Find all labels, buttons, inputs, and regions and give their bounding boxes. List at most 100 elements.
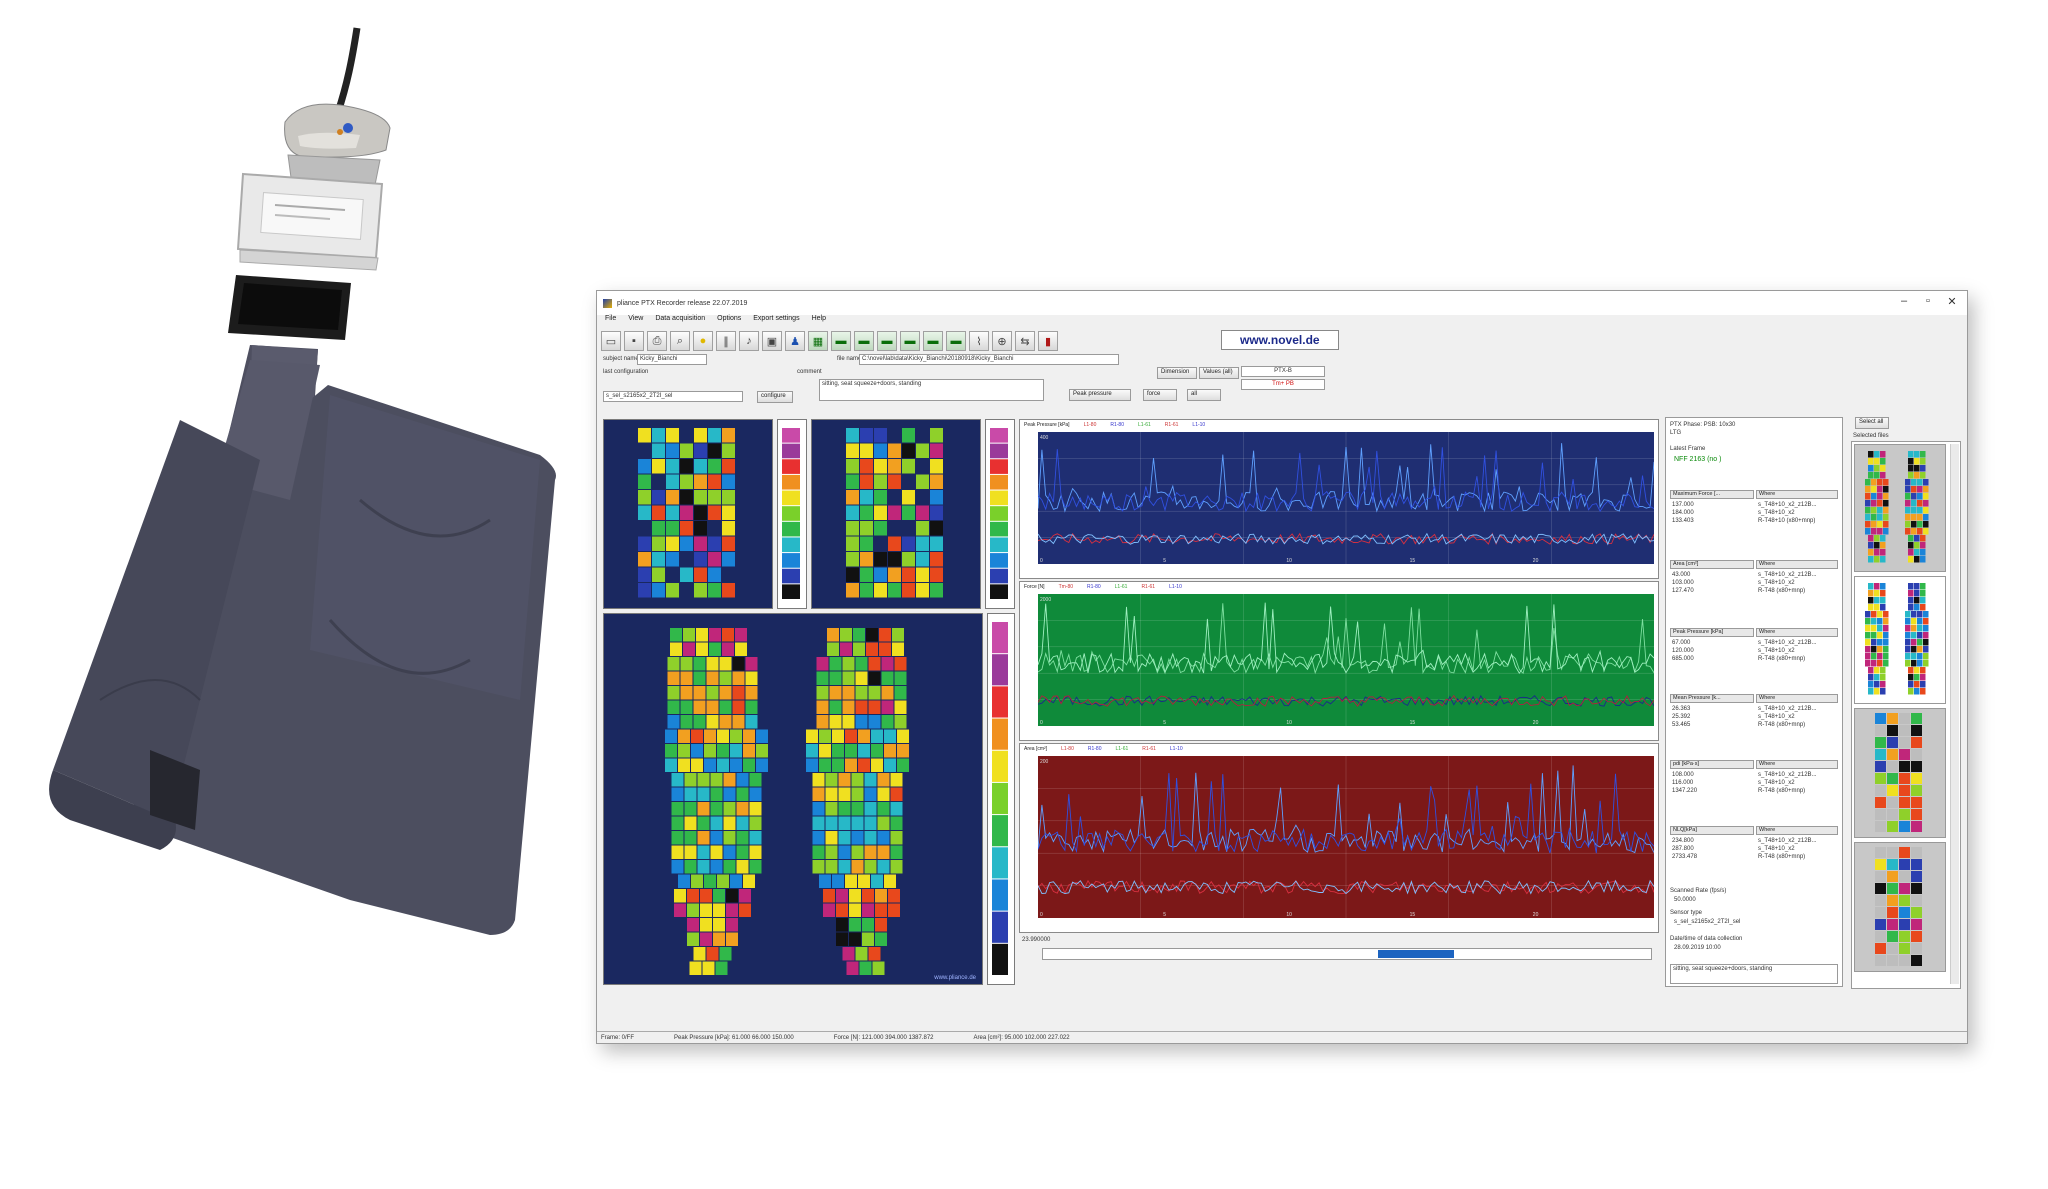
sensor-cell	[1874, 667, 1880, 674]
sensor-cell	[706, 715, 719, 729]
sensor-cell	[1868, 583, 1874, 590]
thumb-scrollbar[interactable]	[1950, 444, 1959, 984]
thumbnail-2[interactable]	[1854, 576, 1946, 704]
peak-pressure-toggle[interactable]: Peak pressure	[1069, 389, 1131, 401]
sensor-cell	[667, 700, 680, 714]
sensor-cell	[1917, 486, 1923, 493]
table1-col1[interactable]: Maximum Force [...	[1670, 490, 1754, 499]
sensor-cell	[881, 671, 894, 685]
sensor-cell	[708, 459, 721, 474]
arrows-icon[interactable]: ⇆	[1015, 331, 1035, 351]
table1-cell: s_T48+10_x2	[1758, 510, 1795, 516]
sensor-3-icon[interactable]: ▬	[877, 331, 897, 351]
close-button[interactable]: ✕	[1937, 295, 1967, 308]
sensor-cell	[1868, 604, 1874, 611]
thumbnail-4[interactable]	[1854, 842, 1946, 972]
menu-help[interactable]: Help	[812, 315, 826, 328]
sensor-cell	[1875, 871, 1886, 882]
sensor-cell	[694, 443, 707, 458]
sensor-cell	[1899, 919, 1910, 930]
sensor-1-icon[interactable]: ▬	[831, 331, 851, 351]
chart-icon[interactable]: ⌇	[969, 331, 989, 351]
table4-col1[interactable]: Mean Pressure [k...	[1670, 694, 1754, 703]
table5-col2[interactable]: Where	[1756, 760, 1838, 769]
open-folder-icon[interactable]: ▭	[601, 331, 621, 351]
sensor-2-icon[interactable]: ▬	[854, 331, 874, 351]
scrollbar-thumb[interactable]	[1378, 950, 1454, 958]
sensor-cell	[687, 903, 699, 917]
sensor-cell	[845, 729, 857, 743]
plot-area[interactable]: 0510152025200	[1037, 756, 1662, 918]
collection-time-label: Date/time of data collection	[1670, 936, 1743, 942]
sensor-cell	[1911, 653, 1917, 660]
record-icon[interactable]: ●	[693, 331, 713, 351]
footer-comment[interactable]: sitting, seat squeeze+doors, standing	[1670, 964, 1838, 984]
table3-col2[interactable]: Where	[1756, 628, 1838, 637]
tick-label: 5	[1163, 912, 1166, 918]
sensor-cell	[1914, 472, 1920, 479]
force-toggle[interactable]: force	[1143, 389, 1177, 401]
sensor-cell	[1868, 549, 1874, 556]
brand-logo[interactable]: www.novel.de	[1221, 330, 1339, 350]
pause-icon[interactable]: ∥	[716, 331, 736, 351]
printer-icon[interactable]: ⎙	[647, 331, 667, 351]
sensor-cell	[722, 583, 735, 598]
table4-col2[interactable]: Where	[1756, 694, 1838, 703]
all-toggle[interactable]: all	[1187, 389, 1221, 401]
devices-icon[interactable]: ▣	[762, 331, 782, 351]
battery-icon[interactable]: ▮	[1038, 331, 1058, 351]
subject-field[interactable]: Kicky_Bianchi	[637, 354, 707, 365]
grid-icon[interactable]: ▦	[808, 331, 828, 351]
menu-view[interactable]: View	[628, 315, 643, 328]
sensor-cell	[671, 860, 684, 874]
sensor-cell	[858, 874, 870, 888]
thumbnail-list[interactable]	[1851, 441, 1961, 989]
sensor-cell	[1880, 535, 1886, 542]
save-icon[interactable]: ▪	[624, 331, 644, 351]
sensor-5-icon[interactable]: ▬	[923, 331, 943, 351]
thumbnail-1[interactable]	[1854, 444, 1946, 572]
plot-area[interactable]: 0510152025400	[1037, 432, 1662, 564]
table6-col2[interactable]: Where	[1756, 826, 1838, 835]
file-field[interactable]: C:\novel\lab\data\Kicky_Bianchi\20180918…	[859, 354, 1119, 365]
thumbnail-3[interactable]	[1854, 708, 1946, 838]
table2-col2[interactable]: Where	[1756, 560, 1838, 569]
sensor-4-icon[interactable]: ▬	[900, 331, 920, 351]
dimension-button[interactable]: Dimension	[1157, 367, 1197, 379]
table3-col1[interactable]: Peak Pressure [kPa]	[1670, 628, 1754, 637]
plot-area[interactable]: 05101520252000	[1037, 594, 1662, 726]
sensor-cell	[1905, 486, 1911, 493]
time-scrollbar[interactable]	[1042, 948, 1652, 960]
values-button[interactable]: Values (all)	[1199, 367, 1239, 379]
menu-export-settings[interactable]: Export settings	[753, 315, 799, 328]
print-preview-icon[interactable]: ⌕	[670, 331, 690, 351]
sensor-cell	[1908, 549, 1914, 556]
menu-data-acquisition[interactable]: Data acquisition	[655, 315, 705, 328]
sensor-cell	[1923, 660, 1929, 667]
config-select[interactable]: s_sel_s2165x2_2T2I_sel	[603, 391, 743, 402]
sensor-cell	[829, 700, 842, 714]
sensor-cell	[864, 860, 877, 874]
table1-col2[interactable]: Where	[1756, 490, 1838, 499]
select-all-button[interactable]: Select all	[1855, 417, 1889, 429]
sensor-cell	[680, 459, 693, 474]
menu-file[interactable]: File	[605, 315, 616, 328]
network-icon[interactable]: ♟	[785, 331, 805, 351]
table5-col1[interactable]: pdi [kPa·s]	[1670, 760, 1754, 769]
sensor-cell	[665, 729, 677, 743]
sensor-cell	[652, 521, 665, 536]
sensor-cell	[1868, 535, 1874, 542]
sensor-cell	[884, 874, 896, 888]
configure-button[interactable]: configure	[757, 391, 793, 403]
bell-icon[interactable]: ♪	[739, 331, 759, 351]
sensor-cell	[1865, 660, 1871, 667]
menu-options[interactable]: Options	[717, 315, 741, 328]
sensor-cell	[693, 715, 706, 729]
sensor-6-icon[interactable]: ▬	[946, 331, 966, 351]
zoom-icon[interactable]: ⊕	[992, 331, 1012, 351]
table6-col1[interactable]: NLQ[kPa]	[1670, 826, 1754, 835]
sensor-cell	[888, 903, 900, 917]
comment-field[interactable]: sitting, seat squeeze+doors, standing	[819, 379, 1044, 401]
sensor-cell	[894, 657, 907, 671]
table2-col1[interactable]: Area [cm²]	[1670, 560, 1754, 569]
